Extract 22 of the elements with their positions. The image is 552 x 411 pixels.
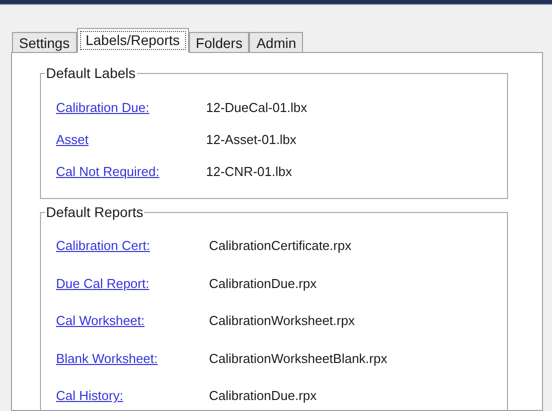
file-name: 12-Asset-01.lbx bbox=[206, 131, 296, 150]
file-name: CalibrationWorksheetBlank.rpx bbox=[208, 350, 388, 368]
file-name: 12-CNR-01.lbx bbox=[206, 163, 292, 182]
file-name: 12-DueCal-01.lbx bbox=[206, 99, 308, 118]
group-title: Default Labels bbox=[45, 65, 137, 81]
link[interactable]: Asset bbox=[56, 130, 206, 150]
link[interactable]: Due Cal Report: bbox=[56, 274, 206, 293]
file-name: CalibrationDue.rpx bbox=[208, 387, 317, 405]
file-name: CalibrationDue.rpx bbox=[208, 274, 317, 293]
tab[interactable]: Admin bbox=[249, 32, 304, 53]
tab[interactable]: Settings bbox=[12, 32, 77, 53]
tab[interactable]: Labels/Reports bbox=[76, 28, 189, 53]
link[interactable]: Calibration Due: bbox=[56, 98, 206, 118]
link[interactable]: Cal Not Required: bbox=[56, 162, 206, 182]
link[interactable]: Cal Worksheet: bbox=[56, 311, 206, 330]
file-name: CalibrationWorksheet.rpx bbox=[208, 312, 355, 330]
file-name: CalibrationCertificate.rpx bbox=[208, 237, 352, 255]
link[interactable]: Calibration Cert: bbox=[56, 236, 206, 256]
link[interactable]: Cal History: bbox=[56, 386, 206, 406]
link[interactable]: Blank Worksheet: bbox=[56, 348, 206, 368]
group-title: Default Reports bbox=[45, 204, 144, 220]
tab[interactable]: Folders bbox=[188, 32, 250, 53]
